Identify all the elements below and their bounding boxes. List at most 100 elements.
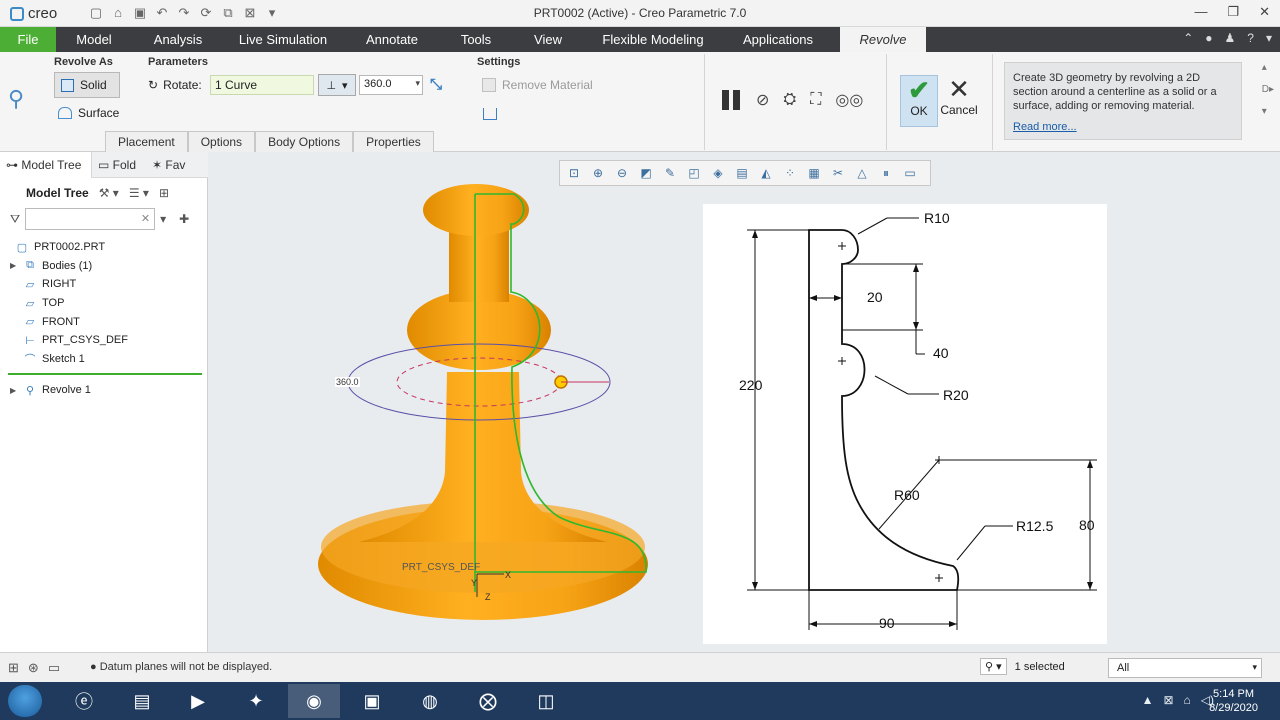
angle-input[interactable]: 360.0 ▾ xyxy=(359,75,423,95)
help-icon[interactable]: ? xyxy=(1247,31,1254,45)
tree-item[interactable]: ⌒ Sketch 1 xyxy=(10,350,128,369)
tree-columns-icon[interactable]: ⊞ xyxy=(159,186,169,200)
tree-item[interactable]: ▱ FRONT xyxy=(10,312,128,331)
ie-icon[interactable]: ⓔ xyxy=(58,684,110,718)
tab-properties[interactable]: Properties xyxy=(353,131,434,152)
bulb-icon[interactable]: ● xyxy=(1205,31,1212,45)
tab-flexible-modeling[interactable]: Flexible Modeling xyxy=(590,27,716,52)
find-icon[interactable]: ⚲ ▾ xyxy=(980,658,1007,675)
verify-icon[interactable]: ⛶ xyxy=(810,91,821,109)
tab-tools[interactable]: Tools xyxy=(448,27,504,52)
no-preview-icon[interactable]: ⊘ xyxy=(756,90,769,110)
close-button[interactable]: ✕ xyxy=(1259,4,1270,20)
tray-expand-icon[interactable]: ▲ xyxy=(1142,693,1154,707)
tab-file[interactable]: File xyxy=(0,27,56,52)
tab-analysis[interactable]: Analysis xyxy=(144,27,212,52)
selection-filter[interactable]: All ▾ xyxy=(1108,658,1262,678)
folder-icon: ▭ xyxy=(98,158,113,172)
rotate-axis-collector[interactable]: 1 Curve xyxy=(210,75,314,95)
flip-direction-icon[interactable]: ⤡ xyxy=(430,76,442,93)
angle-option-button[interactable]: ⊥ ▾ xyxy=(318,74,356,96)
tree-item[interactable]: ▢ PRT0002.PRT xyxy=(2,238,128,257)
cancel-x-icon: ✕ xyxy=(948,74,970,104)
creo-taskbar-icon[interactable]: ▣ xyxy=(346,684,398,718)
file-explorer-icon[interactable]: ▤ xyxy=(116,684,168,718)
browser-toggle-icon[interactable]: ⊛ xyxy=(28,660,39,676)
tab-model-tree-label: Model Tree xyxy=(21,158,82,172)
surface-button[interactable]: Surface xyxy=(58,106,119,120)
app-icon-4[interactable]: ✦ xyxy=(230,684,282,718)
expand-arrow-icon[interactable]: ▶ xyxy=(10,261,18,270)
cancel-button[interactable]: ✕ Cancel xyxy=(940,75,978,127)
tab-favorites[interactable]: ✶ Fav xyxy=(146,152,200,178)
ok-button[interactable]: ✔ OK xyxy=(900,75,938,127)
thicken-sketch-icon[interactable] xyxy=(483,108,497,120)
tab-placement[interactable]: Placement xyxy=(105,131,188,152)
filter-dropdown-icon[interactable]: ▾ xyxy=(160,212,166,226)
network-icon[interactable]: ⊠ xyxy=(1163,693,1173,707)
display-style-icon[interactable]: ◰ xyxy=(686,166,702,180)
tree-item[interactable]: ⊢ PRT_CSYS_DEF xyxy=(10,331,128,350)
tree-show-icon[interactable]: ☰ ▾ xyxy=(129,186,149,200)
user-icon[interactable]: ♟ xyxy=(1225,31,1236,45)
read-more-link[interactable]: Read more... xyxy=(1013,120,1233,134)
tree-settings-icon[interactable]: ⚒ ▾ xyxy=(99,186,119,200)
filter-icon[interactable]: ⛛ xyxy=(10,212,20,227)
3d-model-view[interactable]: X Y Z xyxy=(209,172,669,652)
acrobat-icon[interactable]: ⨂ xyxy=(462,684,514,718)
tab-body-options[interactable]: Body Options xyxy=(255,131,354,152)
collapse-ribbon-icon[interactable]: ⌃ xyxy=(1183,31,1193,45)
angle-dimension-label[interactable]: 360.0 xyxy=(335,377,360,387)
appearance-icon[interactable]: △ xyxy=(854,166,870,180)
solid-button[interactable]: Solid xyxy=(54,72,120,98)
media-player-icon[interactable]: ▶ xyxy=(172,684,224,718)
app-icon-9[interactable]: ◫ xyxy=(520,684,572,718)
tab-folder-browser[interactable]: ▭ Fold xyxy=(92,152,146,178)
graphics-window[interactable]: ⊡ ⊕ ⊖ ◩ ✎ ◰ ◈ ▤ ◭ ⁘ ▦ ✂ △ ⏸ ▭ X Y Z 360.… xyxy=(209,152,1280,652)
pause-regeneration-icon[interactable]: ⏸ xyxy=(878,166,894,181)
datum-display-icon[interactable]: ⁘ xyxy=(782,166,798,180)
remove-material-button[interactable]: Remove Material xyxy=(482,78,593,92)
clock[interactable]: 5:14 PM 8/29/2020 xyxy=(1209,687,1258,715)
tree-item[interactable]: ▱ TOP xyxy=(10,294,128,313)
perspective-icon[interactable]: ◭ xyxy=(758,166,774,180)
minimize-button[interactable]: — xyxy=(1194,4,1207,20)
start-button[interactable] xyxy=(8,685,42,717)
selected-count[interactable]: 1 selected xyxy=(1015,661,1065,673)
annotation-display-icon[interactable]: ▦ xyxy=(806,166,822,180)
filter-dropdown-icon[interactable]: ▾ xyxy=(1252,662,1257,673)
restore-button[interactable]: ❐ xyxy=(1227,4,1239,20)
navigator-toggle-icon[interactable]: ⊞ xyxy=(8,660,19,676)
angle-dropdown-icon[interactable]: ▾ xyxy=(415,78,420,89)
help-dropdown-icon[interactable]: ▾ xyxy=(1266,31,1272,45)
tree-item[interactable]: ▱ RIGHT xyxy=(10,275,128,294)
preview-icon[interactable]: ⛭ xyxy=(783,91,796,109)
tab-revolve[interactable]: Revolve xyxy=(840,27,926,52)
tab-model[interactable]: Model xyxy=(62,27,126,52)
recorder-icon[interactable]: ◉ xyxy=(288,684,340,718)
expand-arrow-icon[interactable]: ▶ xyxy=(10,386,18,395)
tab-options[interactable]: Options xyxy=(187,131,256,152)
glasses-preview-icon[interactable]: ◎◎ xyxy=(835,90,863,110)
saved-orientations-icon[interactable]: ◈ xyxy=(710,166,726,180)
tab-applications[interactable]: Applications xyxy=(736,27,820,52)
tab-view[interactable]: View xyxy=(526,27,570,52)
add-icon[interactable]: ✚ xyxy=(179,212,189,226)
check-icon: ✔ xyxy=(908,75,930,105)
view-manager-icon[interactable]: ▤ xyxy=(734,166,750,180)
full-screen-icon[interactable]: ▭ xyxy=(48,660,60,676)
tree-search-input[interactable]: ✕ xyxy=(25,208,156,230)
tab-model-tree[interactable]: ⊶ Model Tree xyxy=(0,152,92,178)
hide-icon[interactable]: ▭ xyxy=(902,166,918,180)
chrome-icon[interactable]: ◍ xyxy=(404,684,456,718)
tab-live-simulation[interactable]: Live Simulation xyxy=(232,27,334,52)
pause-icon[interactable] xyxy=(722,90,742,110)
tree-item-revolve-1[interactable]: ▶ ⚲ Revolve 1 xyxy=(10,381,91,400)
ribbon-scroll[interactable]: ▴ D▸ ▾ xyxy=(1262,62,1274,117)
device-icon[interactable]: ⌂ xyxy=(1184,693,1191,707)
spin-center-icon[interactable]: ✂ xyxy=(830,166,846,180)
clear-search-icon[interactable]: ✕ xyxy=(141,212,150,225)
tab-annotate[interactable]: Annotate xyxy=(356,27,428,52)
tree-item[interactable]: ▶ ⧉ Bodies (1) xyxy=(10,257,128,276)
insert-here-indicator[interactable] xyxy=(8,373,202,375)
